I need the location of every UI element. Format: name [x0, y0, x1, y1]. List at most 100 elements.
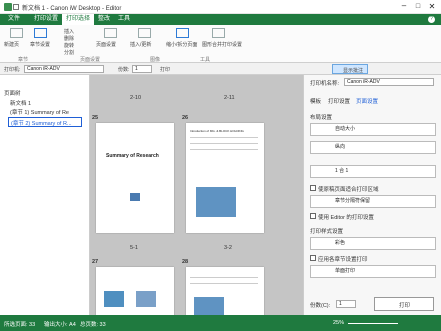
preview-page-4[interactable]: [186, 267, 264, 315]
tree-chapter-1[interactable]: (章节 1) Summary of Re: [10, 108, 88, 116]
page-photo-3: [104, 291, 124, 307]
rotate-button[interactable]: 旋转: [64, 42, 74, 49]
fit-print-area-checkbox[interactable]: [310, 185, 316, 191]
delete-button[interactable]: 删除: [64, 35, 74, 42]
page-tree-panel: 页面树 新文档 1 (章节 1) Summary of Re (章节 2) Su…: [0, 75, 90, 315]
copies-label: 份数:: [118, 67, 130, 73]
group-page-setup: 页面设置: [80, 57, 101, 63]
right-copies-input[interactable]: 1: [336, 300, 356, 308]
page-label-2-11: 2-11: [224, 95, 235, 101]
close-button[interactable]: ✕: [426, 2, 438, 12]
title-bar: 新文档 1 - Canon iW Desktop - Editor – □ ✕: [0, 0, 441, 14]
tab-print-select[interactable]: 打印选择: [62, 14, 95, 25]
copies-input[interactable]: 1: [132, 65, 152, 73]
pages-per-sheet-value: 1 合 1: [335, 168, 349, 174]
preview-page-1[interactable]: Summary of Research: [96, 123, 174, 233]
page-setup-icon[interactable]: [104, 28, 117, 38]
zoom-slider[interactable]: [348, 323, 398, 324]
chapter-settings-icon[interactable]: [34, 28, 47, 38]
merge-print-button[interactable]: 图形合并打印设置: [202, 41, 242, 48]
insert-update-button[interactable]: 插入/更新: [130, 41, 151, 48]
page-number-25: 25: [92, 115, 99, 121]
tab-print-settings[interactable]: 打印设置: [30, 14, 62, 25]
app-icon: [4, 3, 12, 11]
print-button[interactable]: 打印: [160, 66, 170, 73]
group-image: 图像: [150, 57, 161, 63]
menu-bar: 文件 打印设置 打印选择 整改 工具 ?: [0, 14, 441, 25]
tab-tools[interactable]: 工具: [114, 14, 134, 25]
split-button[interactable]: 分割: [64, 49, 74, 56]
page-size-select[interactable]: 自动大小: [310, 123, 436, 136]
layout-section-title: 布局设置: [310, 115, 333, 121]
show-annotation-button[interactable]: 显示批注: [332, 64, 368, 74]
insert-update-icon[interactable]: [138, 28, 151, 38]
editor-settings-checkbox[interactable]: [310, 213, 316, 219]
page-small-title: Introduction of MG. & BLOCK HOLDING: [190, 129, 244, 133]
zoom-level: 25%: [333, 320, 345, 326]
right-print-button[interactable]: 打印: [374, 297, 434, 311]
status-total: 总页数: 33: [80, 322, 106, 328]
page-size-value: 自动大小: [335, 126, 356, 132]
merge-print-icon[interactable]: [212, 28, 225, 38]
page-number-28: 28: [182, 259, 189, 265]
color-section-title: 打印样式设置: [310, 229, 344, 235]
printer-label: 打印机:: [4, 67, 21, 73]
color-mode-select[interactable]: 彩色: [310, 237, 436, 250]
page-preview-area[interactable]: 2-10 2-11 25 26 Summary of Research Intr…: [90, 75, 303, 315]
duplex-value: 单面打印: [335, 268, 356, 274]
show-annotation-label: 显示批注: [343, 68, 364, 74]
minimize-button[interactable]: –: [398, 2, 410, 12]
page-number-27: 27: [92, 259, 99, 265]
fit-print-area-label: 使原稿页面适合打印区域: [318, 187, 379, 193]
ribbon: 新建页 章节设置 插入 删除 旋转 分割 页面设置 插入/更新 缩小/拆分页面 …: [0, 25, 441, 63]
pages-per-sheet-select[interactable]: 1 合 1: [310, 165, 436, 178]
page-photo-4: [136, 291, 156, 307]
duplex-select[interactable]: 单面打印: [310, 265, 436, 278]
tree-chapter-2-selected[interactable]: (章节 2) Summary of R...: [8, 117, 82, 127]
tab-revise[interactable]: 整改: [94, 14, 114, 25]
chapter-settings-button[interactable]: 章节设置: [30, 41, 50, 48]
chapter-separator-select[interactable]: 章节分隔符保留: [310, 195, 436, 208]
orientation-select[interactable]: 纵向: [310, 141, 436, 154]
preview-page-3[interactable]: [96, 267, 174, 315]
quick-save-icon[interactable]: [13, 4, 19, 10]
right-printer-select[interactable]: Canon iR-ADV: [344, 78, 434, 86]
status-pages: 所选页面: 33: [4, 322, 36, 328]
right-printer-label: 打印机名称:: [310, 81, 340, 87]
window-title: 新文档 1 - Canon iW Desktop - Editor: [22, 6, 122, 12]
tab-print[interactable]: 打印设置: [328, 97, 350, 105]
shrink-split-button[interactable]: 缩小/拆分页面: [166, 41, 197, 48]
help-icon[interactable]: ?: [428, 16, 435, 23]
tab-template[interactable]: 模板: [310, 97, 321, 105]
status-bar: 所选页面: 33 输出大小: A4 总页数: 33 25%: [0, 315, 441, 331]
page-label-3-2: 3-2: [224, 245, 232, 251]
printer-select[interactable]: Canon iR-ADV: [24, 65, 104, 73]
tree-root[interactable]: 新文档 1: [10, 99, 31, 107]
right-print-label: 打印: [399, 303, 411, 309]
chapter-separator-value: 章节分隔符保留: [335, 198, 371, 204]
group-chapter: 章节: [18, 57, 29, 63]
tree-chapter-2: (章节 2) Summary of R...: [11, 121, 72, 127]
new-page-icon[interactable]: [10, 28, 23, 38]
new-page-button[interactable]: 新建页: [4, 41, 19, 48]
color-mode-value: 彩色: [335, 240, 346, 246]
shrink-split-icon[interactable]: [176, 28, 189, 38]
page-setup-button[interactable]: 页面设置: [96, 41, 116, 48]
page-heading: Summary of Research: [106, 153, 159, 159]
tab-file[interactable]: 文件: [4, 14, 24, 25]
print-toolbar: 打印机: Canon iR-ADV 份数: 1 打印 显示批注: [0, 63, 441, 75]
page-logo: [130, 193, 140, 201]
page-tree-header: 页面树: [4, 91, 21, 97]
group-tools: 工具: [200, 57, 211, 63]
chapter-print-checkbox[interactable]: [310, 255, 316, 261]
page-label-2-10: 2-10: [130, 95, 142, 101]
print-settings-panel: 打印机名称: Canon iR-ADV 模板 打印设置 页面设置 布局设置 自动…: [303, 75, 441, 315]
insert-button[interactable]: 插入: [64, 28, 74, 35]
chapter-print-label: 应用各章节设置打印: [318, 257, 368, 263]
tab-page[interactable]: 页面设置: [356, 97, 378, 105]
maximize-button[interactable]: □: [412, 2, 424, 12]
page-label-5-1: 5-1: [130, 245, 138, 251]
page-number-26: 26: [182, 115, 189, 121]
preview-page-2[interactable]: Introduction of MG. & BLOCK HOLDING: [186, 123, 264, 233]
right-copies-label: 份数(C):: [310, 303, 331, 309]
